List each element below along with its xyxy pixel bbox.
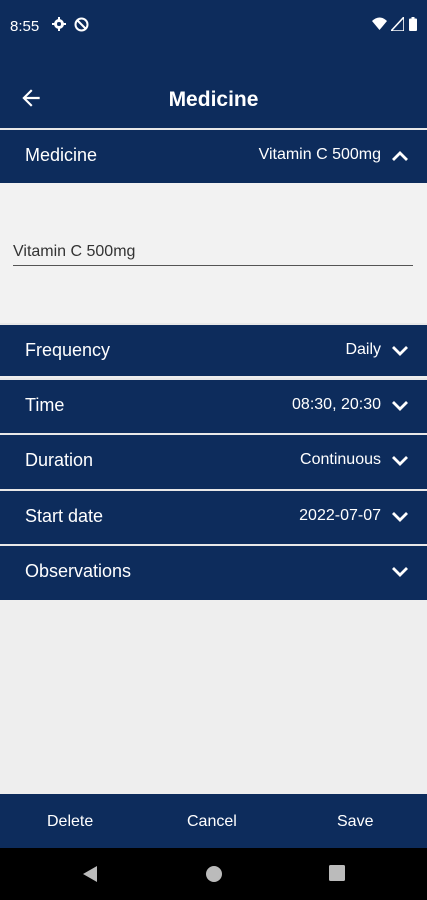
start-date-value: 2022-07-07	[299, 507, 381, 524]
chevron-down-icon	[392, 346, 408, 356]
bottom-action-bar: Delete Cancel Save	[0, 794, 427, 848]
row-start-date[interactable]: Start date 2022-07-07	[0, 489, 427, 544]
medicine-value: Vitamin C 500mg	[258, 146, 381, 163]
time-value: 08:30, 20:30	[292, 396, 381, 413]
cancel-button[interactable]: Cancel	[187, 813, 237, 831]
observations-label: Observations	[25, 561, 132, 581]
duration-label: Duration	[25, 450, 94, 470]
chevron-down-icon	[392, 401, 408, 411]
time-label: Time	[25, 395, 65, 415]
medicine-name-input[interactable]: Vitamin C 500mg	[13, 243, 413, 266]
content-area	[0, 600, 427, 794]
row-frequency[interactable]: Frequency Daily	[0, 323, 427, 376]
sync-off-icon	[74, 17, 89, 32]
row-observations[interactable]: Observations	[0, 544, 427, 600]
medicine-expanded-panel: Vitamin C 500mg	[0, 183, 427, 323]
wifi-icon	[372, 17, 387, 30]
settings-gear-icon	[52, 17, 66, 31]
start-date-label: Start date	[25, 506, 104, 526]
save-button[interactable]: Save	[337, 813, 373, 831]
medicine-label: Medicine	[25, 145, 98, 165]
chevron-down-icon	[392, 456, 408, 466]
nav-home-icon[interactable]	[205, 865, 223, 883]
frequency-value: Daily	[345, 341, 381, 358]
status-time: 8:55	[10, 18, 40, 35]
status-bar: 8:55	[0, 0, 427, 55]
nav-back-icon[interactable]	[82, 865, 98, 883]
chevron-down-icon	[392, 567, 408, 577]
cell-signal-icon	[391, 17, 404, 31]
battery-icon	[409, 17, 417, 31]
nav-recents-icon[interactable]	[329, 865, 345, 881]
row-duration[interactable]: Duration Continuous	[0, 433, 427, 489]
chevron-up-icon	[392, 151, 408, 161]
medicine-section-header[interactable]: Medicine Vitamin C 500mg	[0, 128, 427, 183]
page-title: Medicine	[168, 88, 259, 111]
row-time[interactable]: Time 08:30, 20:30	[0, 378, 427, 433]
duration-value: Continuous	[300, 451, 381, 468]
system-navigation-bar	[0, 848, 427, 900]
chevron-down-icon	[392, 512, 408, 522]
frequency-label: Frequency	[25, 340, 111, 360]
app-bar: Medicine	[0, 55, 427, 128]
delete-button[interactable]: Delete	[47, 813, 93, 831]
